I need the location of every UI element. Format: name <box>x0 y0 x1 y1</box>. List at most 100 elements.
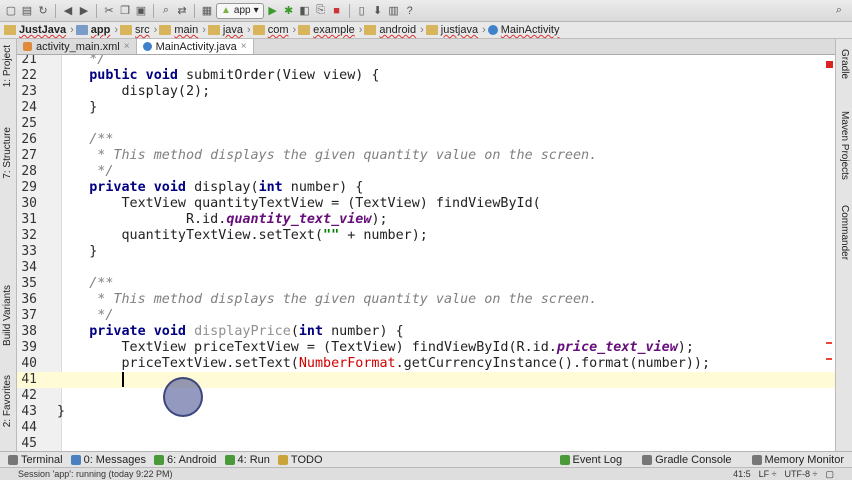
module-icon <box>75 25 88 35</box>
code-line[interactable]: 26 /** <box>17 132 835 148</box>
chevron-right-icon: › <box>292 24 297 36</box>
code-line[interactable]: 25 <box>17 116 835 132</box>
breadcrumb-item[interactable]: android <box>364 24 416 36</box>
tool-tab-commander[interactable]: Commander <box>839 205 850 260</box>
tool-tab-memory-monitor[interactable]: Memory Monitor <box>751 454 844 466</box>
code-line[interactable]: 35 /** <box>17 276 835 292</box>
breadcrumb-item[interactable]: src <box>120 24 150 36</box>
debug-icon[interactable]: ✱ <box>282 4 296 18</box>
breadcrumb: JustJava › app › src › main › java › com › exa… <box>0 22 852 39</box>
tool-tab-gradle[interactable]: Gradle <box>839 49 850 79</box>
chevron-right-icon: › <box>247 24 251 36</box>
copy-icon[interactable]: ❐ <box>118 4 132 18</box>
cut-icon[interactable]: ✂ <box>102 4 116 18</box>
breadcrumb-item[interactable]: MainActivity <box>487 24 559 36</box>
line-number: 25 <box>21 116 37 131</box>
lock-icon[interactable]: ▢ <box>825 469 834 480</box>
code-line[interactable]: 27 * This method displays the given quan… <box>17 148 835 164</box>
tool-tab-structure[interactable]: 7: Structure <box>2 127 13 179</box>
code-line[interactable]: 21 */ <box>17 55 835 68</box>
tab-activity-main-xml[interactable]: activity_main.xml × <box>17 39 137 54</box>
breadcrumb-item[interactable]: java <box>207 24 243 36</box>
tool-tab-terminal[interactable]: Terminal <box>8 454 63 466</box>
avd-icon[interactable]: ▯ <box>355 4 369 18</box>
tool-tab-label: TODO <box>290 453 323 466</box>
project-structure-icon[interactable]: ▥ <box>387 4 401 18</box>
code-line[interactable]: 31 R.id.quantity_text_view); <box>17 212 835 228</box>
status-message[interactable]: Session 'app': running (today 9:22 PM) <box>18 469 173 479</box>
tab-main-activity-java[interactable]: MainActivity.java × <box>136 39 254 54</box>
line-number: 23 <box>21 84 37 99</box>
new-file-icon[interactable]: ▢ <box>4 4 18 18</box>
code-line[interactable]: 39 TextView priceTextView = (TextView) f… <box>17 340 835 356</box>
code-line[interactable]: 37 */ <box>17 308 835 324</box>
file-encoding[interactable]: UTF-8 ÷ <box>785 469 818 480</box>
caret-position[interactable]: 41:5 <box>733 469 751 480</box>
breadcrumb-item[interactable]: example <box>298 24 355 36</box>
code-line[interactable]: 30 TextView quantityTextView = (TextView… <box>17 196 835 212</box>
make-icon[interactable]: ▦ <box>200 4 214 18</box>
breadcrumb-item[interactable]: JustJava <box>4 24 66 36</box>
code-text: */ <box>57 308 114 323</box>
line-number: 36 <box>21 292 37 307</box>
code-line[interactable]: 32 quantityTextView.setText("" + number)… <box>17 228 835 244</box>
back-icon[interactable]: ◀ <box>61 4 75 18</box>
code-line[interactable]: 22 public void submitOrder(View view) { <box>17 68 835 84</box>
code-line[interactable]: 24 } <box>17 100 835 116</box>
stop-icon[interactable]: ■ <box>330 4 344 18</box>
tool-tab-project[interactable]: 1: Project <box>2 45 13 87</box>
sync-icon[interactable]: ↻ <box>36 4 50 18</box>
save-icon[interactable]: ▤ <box>20 4 34 18</box>
find-icon[interactable]: ⌕ <box>159 4 173 18</box>
error-stripe-marker[interactable] <box>826 358 832 360</box>
breadcrumb-item[interactable]: justjava <box>425 24 478 36</box>
code-line[interactable]: 40 priceTextView.setText(NumberFormat.ge… <box>17 356 835 372</box>
coverage-icon[interactable]: ◧ <box>298 4 312 18</box>
code-line[interactable]: 44 <box>17 420 835 436</box>
tool-tab-build-variants[interactable]: Build Variants <box>2 285 13 346</box>
paste-icon[interactable]: ▣ <box>134 4 148 18</box>
tool-tab-event-log[interactable]: Event Log <box>559 454 622 466</box>
close-icon[interactable]: × <box>124 41 130 52</box>
code-line[interactable]: 45 <box>17 436 835 451</box>
error-stripe-marker[interactable] <box>826 342 832 344</box>
tool-tab-todo[interactable]: TODO <box>277 453 323 466</box>
attach-icon[interactable]: ⎘ <box>314 4 328 18</box>
tool-tab-maven-projects[interactable]: Maven Projects <box>839 111 850 180</box>
sdk-icon[interactable]: ⬇ <box>371 4 385 18</box>
tool-tab-favorites[interactable]: 2: Favorites <box>2 375 13 427</box>
error-status-icon[interactable] <box>826 61 833 68</box>
tool-tab-android[interactable]: 6: Android <box>153 453 217 466</box>
code-line[interactable]: 23 display(2); <box>17 84 835 100</box>
help-icon[interactable]: ? <box>403 4 417 18</box>
close-icon[interactable]: × <box>241 41 247 52</box>
tool-tab-gradle-console[interactable]: Gradle Console <box>642 454 732 466</box>
code-line[interactable]: 43} <box>17 404 835 420</box>
code-line[interactable]: 34 <box>17 260 835 276</box>
line-number: 30 <box>21 196 37 211</box>
code-line[interactable]: 33 } <box>17 244 835 260</box>
line-number: 22 <box>21 68 37 83</box>
breadcrumb-item[interactable]: com <box>252 24 289 36</box>
tool-tab-messages[interactable]: 0: Messages <box>70 454 146 466</box>
run-config-select[interactable]: ▲ app ▾ <box>216 2 264 19</box>
code-line[interactable]: 38 private void displayPrice(int number)… <box>17 324 835 340</box>
code-line[interactable]: 29 private void display(int number) { <box>17 180 835 196</box>
forward-icon[interactable]: ▶ <box>77 4 91 18</box>
breadcrumb-item[interactable]: main <box>159 24 198 36</box>
run-icon[interactable]: ▶ <box>266 4 280 18</box>
code-text: display(2); <box>57 84 211 99</box>
line-number: 31 <box>21 212 37 227</box>
code-editor[interactable]: 21 */22 public void submitOrder(View vie… <box>17 55 835 451</box>
search-icon[interactable]: ⌕ <box>832 4 846 18</box>
breadcrumb-item[interactable]: app <box>75 24 110 36</box>
code-line[interactable]: 36 * This method displays the given quan… <box>17 292 835 308</box>
replace-icon[interactable]: ⇄ <box>175 4 189 18</box>
tool-tab-run[interactable]: 4: Run <box>224 454 270 466</box>
code-text: TextView quantityTextView = (TextView) f… <box>57 196 541 211</box>
code-line[interactable]: 41 <box>17 372 835 388</box>
code-line[interactable]: 28 */ <box>17 164 835 180</box>
code-line[interactable]: 42 <box>17 388 835 404</box>
tool-tab-label: 6: Android <box>166 453 217 466</box>
line-separator[interactable]: LF ÷ <box>759 469 777 480</box>
